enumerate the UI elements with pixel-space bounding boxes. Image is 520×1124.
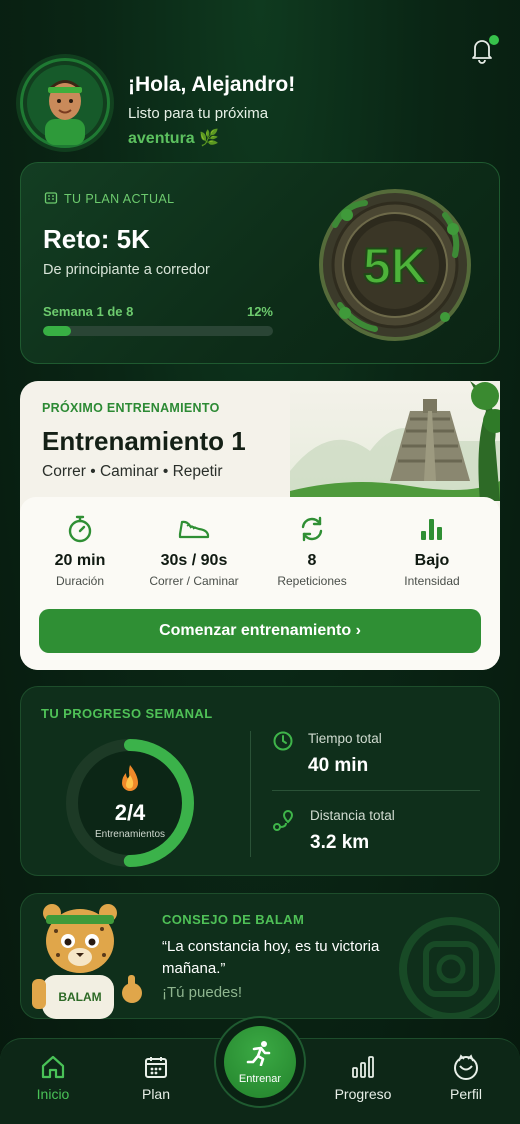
home-icon <box>13 1052 93 1082</box>
divider <box>250 731 251 857</box>
stat-repetitions: 8 Repeticiones <box>257 512 367 588</box>
nav-item-label: Inicio <box>36 1086 70 1102</box>
plan-icon <box>44 191 58 208</box>
avatar[interactable] <box>20 58 110 148</box>
runner-icon <box>246 1040 274 1071</box>
plan-description: De principiante a corredor <box>43 262 210 278</box>
greeting-highlight: aventura 🌿 <box>128 130 220 147</box>
stat-value: 30s / 90s <box>160 552 228 569</box>
stat-value: Bajo <box>414 552 450 569</box>
stopwatch-icon <box>25 512 135 546</box>
weekly-count-label: Entrenamientos <box>94 829 166 840</box>
stat-label: Repeticiones <box>277 574 347 588</box>
weekly-count: 2/4 <box>114 800 146 825</box>
shoe-icon <box>139 512 249 546</box>
divider <box>272 790 480 791</box>
tip-quote: “La constancia hoy, es tu victoria mañan… <box>162 938 380 977</box>
notification-dot <box>489 35 499 45</box>
chart-icon <box>323 1052 403 1082</box>
nav-item-inicio[interactable]: Inicio <box>13 1052 93 1102</box>
workout-title: Entrenamiento 1 <box>42 426 246 456</box>
workout-subtitle: Correr • Caminar • Repetir <box>42 463 223 480</box>
medal-text: 5K <box>363 238 427 294</box>
greeting-subtitle: Listo para tu próxima <box>128 105 269 122</box>
nav-item-label: Plan <box>141 1086 171 1102</box>
plan-percent: 12% <box>246 304 273 319</box>
greeting: ¡Hola, Alejandro! <box>128 73 296 96</box>
clock-icon <box>272 730 294 757</box>
total-time-value: 40 min <box>308 755 369 776</box>
nav-item-perfil[interactable]: Perfil <box>426 1052 506 1102</box>
stat-duration: 20 min Duración <box>25 512 135 588</box>
temple-illustration <box>290 381 507 501</box>
nav-item-entrenar[interactable]: Entrenar <box>224 1026 296 1098</box>
tip-cheer: ¡Tú puedes! <box>162 984 243 1001</box>
plan-progress-fill <box>43 326 71 336</box>
nav-item-progreso[interactable]: Progreso <box>323 1052 403 1102</box>
mayan-glyph-decoration <box>399 917 499 1018</box>
stat-intensity: Bajo Intensidad <box>377 512 487 588</box>
stat-label: Duración <box>55 574 105 588</box>
stat-value: 8 <box>307 552 317 569</box>
5k-medal-image: 5K <box>315 185 475 345</box>
stat-value: 20 min <box>54 552 106 569</box>
nav-item-label: Perfil <box>450 1086 482 1102</box>
weekly-progress-tag: TU PROGRESO SEMANAL <box>41 706 213 721</box>
tip-tag: CONSEJO DE BALAM <box>162 912 305 927</box>
plan-progress-bar <box>43 326 273 336</box>
stat-label: Correr / Caminar <box>149 574 239 588</box>
balam-jaguar-mascot: BALAM <box>24 893 149 1019</box>
total-distance-label: Distancia total <box>310 808 395 823</box>
calendar-icon <box>116 1052 196 1082</box>
mascot-shirt-text: BALAM <box>58 990 101 1004</box>
plan-title: Reto: 5K <box>43 224 150 254</box>
next-workout-tag: PRÓXIMO ENTRENAMIENTO <box>42 401 220 415</box>
nav-item-label: Entrenar <box>238 1072 282 1085</box>
profile-icon <box>426 1052 506 1082</box>
stat-run-walk: 30s / 90s Correr / Caminar <box>139 512 249 588</box>
route-icon <box>272 808 294 837</box>
week-label: Semana 1 de 8 <box>43 304 134 319</box>
nav-item-plan[interactable]: Plan <box>116 1052 196 1102</box>
plan-tag-label: TU PLAN ACTUAL <box>64 192 175 206</box>
bars-icon <box>377 512 487 546</box>
nav-item-label: Progreso <box>334 1086 392 1102</box>
plan-tag: TU PLAN ACTUAL <box>44 191 175 208</box>
start-workout-button[interactable]: Comenzar entrenamiento › <box>39 609 481 653</box>
total-time-label: Tiempo total <box>308 731 382 746</box>
stat-label: Intensidad <box>404 574 460 588</box>
repeat-icon <box>257 512 367 546</box>
total-distance-value: 3.2 km <box>310 832 370 853</box>
